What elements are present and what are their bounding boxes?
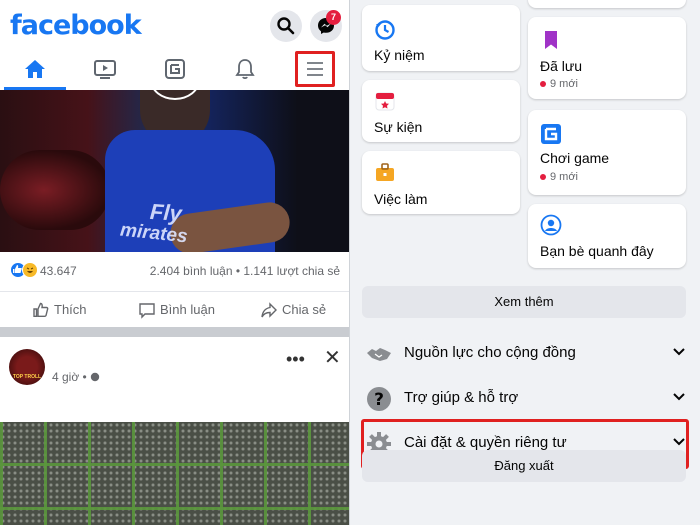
section-community-resources[interactable]: Nguồn lực cho cộng đồng — [362, 333, 690, 373]
hide-post-button[interactable]: ✕ — [324, 345, 341, 370]
jobs-briefcase-icon — [376, 163, 394, 181]
top-header: facebook 7 — [0, 0, 349, 50]
reaction-icons[interactable] — [10, 262, 40, 280]
shortcut-label: Chơi game — [540, 150, 610, 166]
post-action-bar: Thích Bình luận Chia sẻ — [0, 291, 349, 327]
shortcut-label: Kỷ niệm — [374, 47, 425, 63]
new-count: 9 mới — [540, 78, 578, 90]
saved-bookmark-icon — [545, 31, 557, 49]
comment-bubble-icon — [139, 303, 155, 319]
bell-icon — [235, 59, 255, 80]
shortcut-label: Bạn bè quanh đây — [540, 243, 654, 259]
gaming-icon — [165, 59, 185, 79]
see-more-button[interactable]: Xem thêm — [362, 286, 686, 318]
more-options-button[interactable]: ••• — [286, 349, 305, 370]
tab-gaming[interactable] — [145, 50, 205, 90]
post-stats: 43.647 2.404 bình luận • 1.141 lượt chia… — [0, 258, 349, 284]
logout-button[interactable]: Đăng xuất — [362, 450, 686, 482]
chevron-down-icon — [673, 348, 685, 356]
comments-shares-count[interactable]: 2.404 bình luận • 1.141 lượt chia sẻ — [150, 264, 340, 278]
menu-tab-highlight-box — [295, 51, 335, 87]
search-button[interactable] — [270, 10, 302, 42]
section-help-support[interactable]: ? Trợ giúp & hỗ trợ — [362, 378, 690, 418]
messenger-badge: 7 — [326, 10, 341, 25]
new-count: 9 mới — [540, 171, 578, 183]
chevron-down-icon — [673, 393, 685, 401]
section-label: Trợ giúp & hỗ trợ — [404, 389, 519, 406]
search-icon — [277, 17, 295, 35]
shortcut-label: Việc làm — [374, 191, 428, 207]
shortcut-label: Đã lưu — [540, 58, 583, 74]
second-post: TOP TROLL 4 giờ • ••• ✕ — [0, 337, 349, 525]
motorbike-shape — [0, 150, 110, 230]
facebook-menu-pane: Kỷ niệm Sự kiện Việc làm Đã lưu 9 mới Ch… — [350, 0, 700, 525]
tab-notifications[interactable] — [215, 50, 275, 90]
thumbs-up-icon — [33, 302, 49, 317]
globe-icon — [90, 372, 100, 382]
avatar-logo-text: TOP TROLL — [12, 374, 42, 380]
comment-label: Bình luận — [160, 302, 215, 317]
shortcut-jobs[interactable]: Việc làm — [362, 151, 520, 214]
post-divider — [0, 327, 349, 337]
community-handshake-icon — [367, 348, 391, 361]
facebook-logo[interactable]: facebook — [10, 10, 142, 41]
share-label: Chia sẻ — [282, 302, 327, 317]
screenshot-root: facebook 7 Fly mirates 43.647 2.404 bình… — [0, 0, 700, 525]
shortcut-memories[interactable]: Kỷ niệm — [362, 5, 520, 71]
shortcut-saved[interactable]: Đã lưu 9 mới — [528, 17, 686, 99]
shortcut-partial-card[interactable] — [528, 0, 686, 8]
home-icon — [25, 60, 45, 78]
post-time[interactable]: 4 giờ • — [52, 370, 100, 384]
shortcut-label: Sự kiện — [374, 119, 423, 135]
post-image[interactable] — [0, 422, 349, 525]
feed-video[interactable]: Fly mirates — [0, 90, 349, 252]
events-calendar-icon — [375, 92, 395, 111]
reactions-count[interactable]: 43.647 — [40, 264, 77, 278]
tab-watch[interactable] — [75, 50, 135, 90]
svg-text:?: ? — [374, 390, 384, 410]
nearby-friends-icon — [540, 214, 562, 236]
page-avatar[interactable]: TOP TROLL — [9, 349, 45, 385]
facebook-feed-pane: facebook 7 Fly mirates 43.647 2.404 bình… — [0, 0, 350, 525]
share-arrow-icon — [261, 302, 277, 318]
gaming-icon — [541, 124, 561, 144]
shortcut-events[interactable]: Sự kiện — [362, 80, 520, 142]
shortcut-nearby-friends[interactable]: Bạn bè quanh đây — [528, 204, 686, 268]
tab-home[interactable] — [5, 50, 65, 90]
watch-video-icon — [94, 60, 116, 79]
shortcut-gaming[interactable]: Chơi game 9 mới — [528, 110, 686, 195]
memories-clock-icon — [375, 20, 395, 40]
like-label: Thích — [54, 302, 87, 317]
section-label: Nguồn lực cho cộng đồng — [404, 344, 576, 361]
help-question-icon: ? — [367, 387, 391, 411]
haha-reaction-icon — [22, 262, 38, 278]
